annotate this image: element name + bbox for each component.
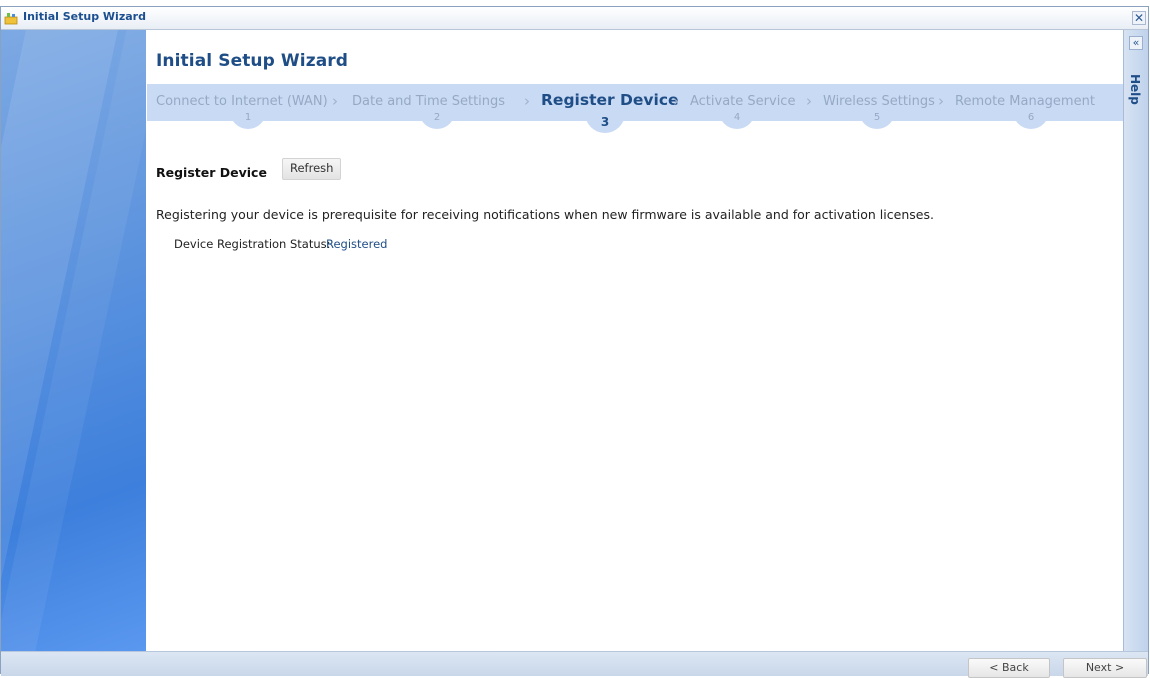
step-wireless-settings[interactable]: Wireless Settings bbox=[823, 94, 935, 109]
help-tab[interactable]: Help bbox=[1128, 74, 1142, 105]
step-connect-to-internet[interactable]: Connect to Internet (WAN) bbox=[156, 94, 328, 109]
chevron-right-icon: › bbox=[332, 92, 338, 110]
wizard-app-icon bbox=[4, 13, 18, 25]
refresh-button[interactable]: Refresh bbox=[282, 158, 342, 180]
title-bar: Initial Setup Wizard ✕ bbox=[1, 7, 1148, 30]
registration-description: Registering your device is prerequisite … bbox=[156, 207, 934, 222]
step-progress-bar: Connect to Internet (WAN) › Date and Tim… bbox=[147, 84, 1123, 133]
help-sidebar: « Help bbox=[1123, 30, 1148, 651]
step-date-and-time-settings[interactable]: Date and Time Settings bbox=[352, 94, 505, 109]
page-title: Initial Setup Wizard bbox=[156, 51, 349, 71]
step-number-3: 3 bbox=[585, 111, 625, 133]
section-title: Register Device bbox=[156, 165, 267, 180]
step-activate-service[interactable]: Activate Service bbox=[690, 94, 795, 109]
wizard-window: Initial Setup Wizard ✕ Initial Setup Wiz… bbox=[0, 6, 1149, 678]
chevron-right-icon: › bbox=[524, 92, 530, 110]
window-title: Initial Setup Wizard bbox=[23, 10, 146, 23]
double-chevron-left-icon[interactable]: « bbox=[1129, 36, 1143, 50]
registration-status-value: Registered bbox=[326, 237, 388, 251]
back-button[interactable]: < Back bbox=[968, 658, 1050, 678]
registration-status-label: Device Registration Status: bbox=[174, 237, 331, 251]
chevron-right-icon: › bbox=[938, 92, 944, 110]
step-number-1: 1 bbox=[230, 111, 266, 129]
left-decorative-panel bbox=[1, 30, 146, 651]
step-remote-management[interactable]: Remote Management bbox=[955, 94, 1095, 109]
chevron-right-icon: › bbox=[673, 92, 679, 110]
step-number-2: 2 bbox=[419, 111, 455, 129]
close-icon[interactable]: ✕ bbox=[1132, 11, 1146, 25]
step-number-4: 4 bbox=[719, 111, 755, 129]
step-number-6: 6 bbox=[1013, 111, 1049, 129]
chevron-right-icon: › bbox=[806, 92, 812, 110]
step-number-5: 5 bbox=[859, 111, 895, 129]
next-button[interactable]: Next > bbox=[1063, 658, 1147, 678]
step-register-device[interactable]: Register Device bbox=[541, 91, 679, 109]
wizard-content: Initial Setup Wizard Connect to Internet… bbox=[147, 30, 1123, 651]
wizard-footer: < Back Next > bbox=[1, 651, 1148, 678]
